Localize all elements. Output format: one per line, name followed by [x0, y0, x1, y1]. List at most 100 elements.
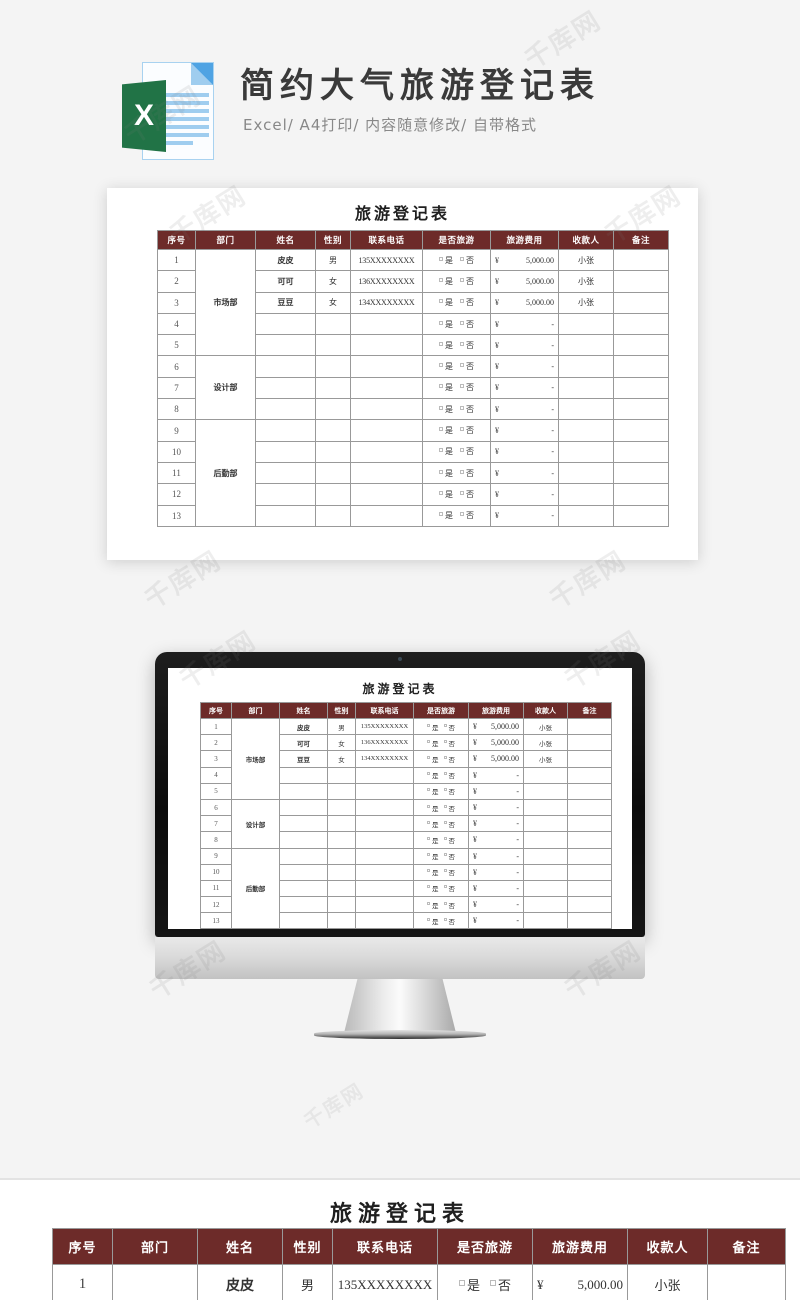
yes-checkbox-icon[interactable]	[439, 256, 443, 261]
name-cell[interactable]	[279, 863, 328, 881]
no-option[interactable]: 否	[460, 382, 474, 393]
travel-choice-cell[interactable]: 是否	[422, 440, 491, 463]
fee-cell[interactable]: ¥ -	[468, 847, 524, 865]
travel-choice-cell[interactable]: 是否	[422, 461, 491, 485]
no-option[interactable]: 否	[443, 851, 455, 861]
phone-cell[interactable]	[355, 831, 414, 849]
payee-cell[interactable]	[558, 440, 614, 463]
payee-cell[interactable]: 小张	[627, 1264, 708, 1300]
department-cell[interactable]: 设计部	[231, 798, 280, 849]
phone-cell[interactable]	[350, 334, 423, 357]
gender-cell[interactable]	[327, 863, 356, 881]
department-cell[interactable]: 市场部	[112, 1264, 198, 1300]
yes-checkbox-icon[interactable]	[427, 917, 430, 921]
phone-cell[interactable]: 135XXXXXXXX	[350, 248, 423, 272]
phone-cell[interactable]: 134XXXXXXXX	[350, 291, 423, 314]
yes-checkbox-icon[interactable]	[427, 820, 430, 824]
payee-cell[interactable]: 小张	[523, 734, 568, 752]
no-option[interactable]: 否	[460, 446, 474, 457]
no-checkbox-icon[interactable]	[443, 788, 447, 792]
travel-choice-cell[interactable]: 是否	[413, 766, 469, 784]
no-checkbox-icon[interactable]	[460, 384, 464, 389]
name-cell[interactable]: 皮皮	[255, 248, 316, 272]
yes-checkbox-icon[interactable]	[439, 448, 443, 453]
no-option[interactable]: 否	[443, 803, 455, 813]
gender-cell[interactable]	[327, 847, 356, 865]
gender-cell[interactable]	[327, 879, 356, 898]
gender-cell[interactable]: 女	[315, 291, 351, 314]
phone-cell[interactable]	[355, 879, 414, 898]
yes-checkbox-icon[interactable]	[427, 739, 430, 743]
yes-checkbox-icon[interactable]	[427, 836, 430, 840]
yes-checkbox-icon[interactable]	[439, 320, 443, 325]
note-cell[interactable]	[707, 1264, 786, 1300]
phone-cell[interactable]	[355, 863, 414, 881]
yes-option[interactable]: 是	[427, 851, 439, 861]
fee-cell[interactable]: ¥ -	[490, 355, 559, 378]
phone-cell[interactable]	[355, 896, 414, 914]
gender-cell[interactable]: 男	[327, 717, 356, 736]
name-cell[interactable]	[279, 766, 328, 784]
name-cell[interactable]	[279, 912, 328, 929]
fee-cell[interactable]: ¥ -	[468, 863, 524, 881]
yes-option[interactable]: 是	[427, 835, 439, 845]
payee-cell[interactable]: 小张	[558, 270, 614, 293]
travel-choice-cell[interactable]: 是否	[413, 734, 469, 752]
gender-cell[interactable]	[315, 312, 351, 336]
fee-cell[interactable]: ¥ -	[490, 440, 559, 463]
travel-choice-cell[interactable]: 是否	[413, 831, 469, 849]
payee-cell[interactable]	[523, 798, 568, 817]
no-checkbox-icon[interactable]	[460, 341, 464, 346]
yes-option[interactable]: 是	[439, 297, 453, 308]
phone-cell[interactable]: 136XXXXXXXX	[350, 270, 423, 293]
gender-cell[interactable]	[315, 461, 351, 485]
name-cell[interactable]	[255, 440, 316, 463]
name-cell[interactable]	[279, 879, 328, 898]
yes-checkbox-icon[interactable]	[439, 469, 443, 474]
department-cell[interactable]: 后勤部	[195, 419, 256, 527]
payee-cell[interactable]	[523, 815, 568, 833]
yes-option[interactable]: 是	[427, 916, 439, 926]
name-cell[interactable]	[279, 798, 328, 817]
name-cell[interactable]: 可可	[255, 270, 316, 293]
payee-cell[interactable]	[523, 896, 568, 914]
yes-option[interactable]: 是	[439, 510, 453, 521]
no-checkbox-icon[interactable]	[443, 804, 447, 808]
fee-cell[interactable]: ¥ -	[490, 419, 559, 442]
yes-option[interactable]: 是	[458, 1275, 480, 1294]
yes-option[interactable]: 是	[439, 276, 453, 287]
no-option[interactable]: 否	[443, 786, 455, 796]
payee-cell[interactable]	[558, 483, 614, 506]
gender-cell[interactable]	[327, 896, 356, 914]
no-checkbox-icon[interactable]	[460, 469, 464, 474]
name-cell[interactable]	[255, 334, 316, 357]
no-option[interactable]: 否	[443, 916, 455, 926]
yes-checkbox-icon[interactable]	[439, 405, 443, 410]
department-cell[interactable]: 市场部	[231, 718, 280, 800]
fee-cell[interactable]: ¥ -	[490, 483, 559, 506]
yes-checkbox-icon[interactable]	[427, 723, 430, 727]
travel-choice-cell[interactable]: 是否	[413, 847, 469, 865]
fee-cell[interactable]: ¥ -	[490, 398, 559, 421]
name-cell[interactable]	[255, 376, 316, 400]
note-cell[interactable]	[567, 847, 612, 865]
payee-cell[interactable]	[558, 376, 614, 400]
fee-cell[interactable]: ¥5,000.00	[468, 717, 524, 736]
fee-cell[interactable]: ¥5,000.00	[532, 1264, 628, 1300]
no-checkbox-icon[interactable]	[443, 901, 447, 905]
phone-cell[interactable]	[350, 504, 423, 527]
no-checkbox-icon[interactable]	[443, 917, 447, 921]
travel-choice-cell[interactable]: 是否	[422, 248, 491, 272]
department-cell[interactable]: 市场部	[195, 248, 256, 357]
yes-checkbox-icon[interactable]	[427, 788, 430, 792]
payee-cell[interactable]: 小张	[523, 717, 568, 736]
no-option[interactable]: 否	[443, 835, 455, 845]
name-cell[interactable]: 豆豆	[279, 750, 328, 768]
payee-cell[interactable]: 小张	[523, 750, 568, 768]
yes-option[interactable]: 是	[427, 883, 439, 893]
fee-cell[interactable]: ¥5,000.00	[490, 270, 559, 293]
phone-cell[interactable]	[350, 419, 423, 442]
payee-cell[interactable]	[523, 879, 568, 898]
yes-checkbox-icon[interactable]	[439, 363, 443, 368]
name-cell[interactable]	[255, 483, 316, 506]
